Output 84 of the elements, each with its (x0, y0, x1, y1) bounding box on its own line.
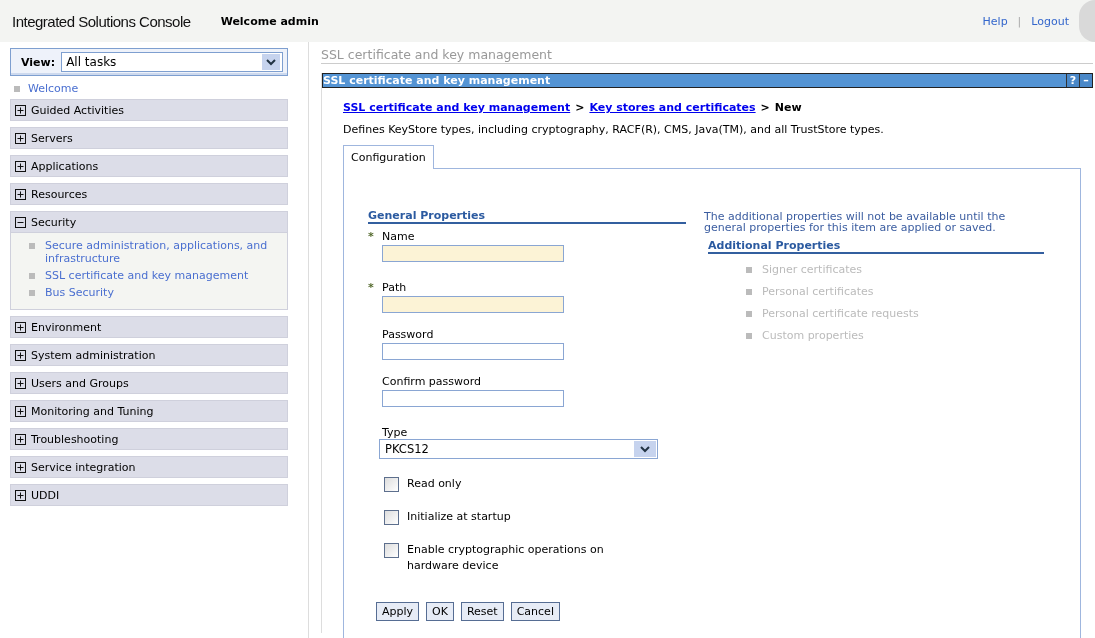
section-heading: General Properties (368, 209, 686, 224)
tab[interactable]: Configuration (343, 145, 434, 169)
expand-icon (15, 489, 26, 501)
expand-icon (15, 321, 26, 333)
bullet-icon (746, 332, 752, 339)
nav-group[interactable]: Service integration (10, 456, 288, 478)
bullet-icon (29, 273, 35, 279)
section-heading: Additional Properties (708, 239, 1044, 254)
form-button[interactable]: Reset (460, 602, 504, 621)
help-link[interactable]: Help (982, 14, 1008, 28)
portlet-title: SSL certificate and key management (323, 74, 552, 87)
bullet-icon (29, 243, 35, 249)
console-title: Integrated Solutions Console (12, 12, 191, 30)
welcome-text: Welcome admin (220, 14, 319, 28)
expand-icon (15, 461, 26, 473)
page-description: Defines KeyStore types, including cryptography, RACF(R), CMS, Java(TM), and all TrustStore types. (343, 123, 885, 136)
type-select[interactable]: PKCS12 (379, 439, 658, 459)
expand-icon (15, 433, 26, 445)
bullet-icon (746, 310, 752, 317)
breadcrumb-link[interactable]: Key stores and certificates (589, 101, 756, 114)
header-graphic (1079, 0, 1095, 42)
breadcrumb-link[interactable]: SSL certificate and key management (343, 101, 571, 114)
form-button[interactable]: Cancel (510, 602, 560, 621)
nav-group[interactable]: Environment (10, 316, 288, 338)
nav-group[interactable]: UDDI (10, 484, 288, 506)
nav-group[interactable]: System administration (10, 344, 288, 366)
bullet-icon (14, 85, 20, 92)
checkbox-label: Initialize at startup (407, 509, 511, 525)
form-button[interactable]: OK (426, 602, 454, 621)
expand-icon (15, 216, 26, 228)
field-label: Name (382, 230, 415, 243)
nav-group[interactable]: Monitoring and Tuning (10, 400, 288, 422)
view-select[interactable]: All tasks (61, 52, 283, 72)
nav-group[interactable]: Security (10, 211, 288, 233)
disabled-link: Personal certificate requests (762, 307, 919, 320)
expand-icon (15, 160, 26, 172)
required-marker: * (368, 281, 375, 294)
welcome-link[interactable]: Welcome (28, 82, 79, 95)
expand-icon (15, 377, 26, 389)
nav-group[interactable]: Servers (10, 127, 288, 149)
checkbox[interactable] (384, 477, 399, 492)
nav-group[interactable]: Troubleshooting (10, 428, 288, 450)
nav-group[interactable]: Guided Activities (10, 99, 288, 121)
minimize-button[interactable]: – (1079, 74, 1092, 87)
page-title: SSL certificate and key management (321, 47, 1093, 64)
bullet-icon (29, 290, 35, 296)
nav-item[interactable]: Secure administration, applications, and infrastructure (45, 239, 281, 265)
info-note: The additional properties will not be available until the general properties for this item are applied or saved. (704, 211, 1007, 233)
input-field[interactable] (382, 390, 564, 407)
expand-icon (15, 132, 26, 144)
nav-group[interactable]: Resources (10, 183, 288, 205)
expand-icon (15, 349, 26, 361)
required-marker: * (368, 230, 375, 243)
help-button[interactable]: ? (1066, 74, 1079, 87)
nav-item[interactable]: Bus Security (45, 286, 114, 299)
nav-item[interactable]: SSL certificate and key management (45, 269, 249, 282)
field-label: Confirm password (382, 375, 482, 388)
input-field[interactable] (382, 343, 564, 360)
disabled-link: Personal certificates (762, 285, 874, 298)
nav-group[interactable]: Users and Groups (10, 372, 288, 394)
checkbox-label: Enable cryptographic operations on hardware device (407, 542, 605, 574)
checkbox[interactable] (384, 510, 399, 525)
bullet-icon (746, 266, 752, 273)
expand-icon (15, 405, 26, 417)
field-label: Password (382, 328, 434, 341)
breadcrumb-separator: > (760, 101, 770, 114)
checkbox-label: Read only (407, 476, 462, 492)
expand-icon (15, 188, 26, 200)
disabled-link: Signer certificates (762, 263, 862, 276)
link-separator: | (1017, 14, 1022, 28)
form-button[interactable]: Apply (376, 602, 420, 621)
field-label: Type (382, 426, 408, 439)
input-field[interactable] (382, 245, 564, 262)
view-label: View: (21, 55, 56, 69)
field-label: Path (382, 281, 407, 294)
disabled-link: Custom properties (762, 329, 864, 342)
bullet-icon (746, 288, 752, 295)
expand-icon (15, 104, 26, 116)
nav-group[interactable]: Applications (10, 155, 288, 177)
checkbox[interactable] (384, 543, 399, 558)
breadcrumb-current: New (774, 101, 802, 114)
breadcrumb-separator: > (575, 101, 585, 114)
input-field[interactable] (382, 296, 564, 313)
logout-link[interactable]: Logout (1031, 14, 1069, 28)
